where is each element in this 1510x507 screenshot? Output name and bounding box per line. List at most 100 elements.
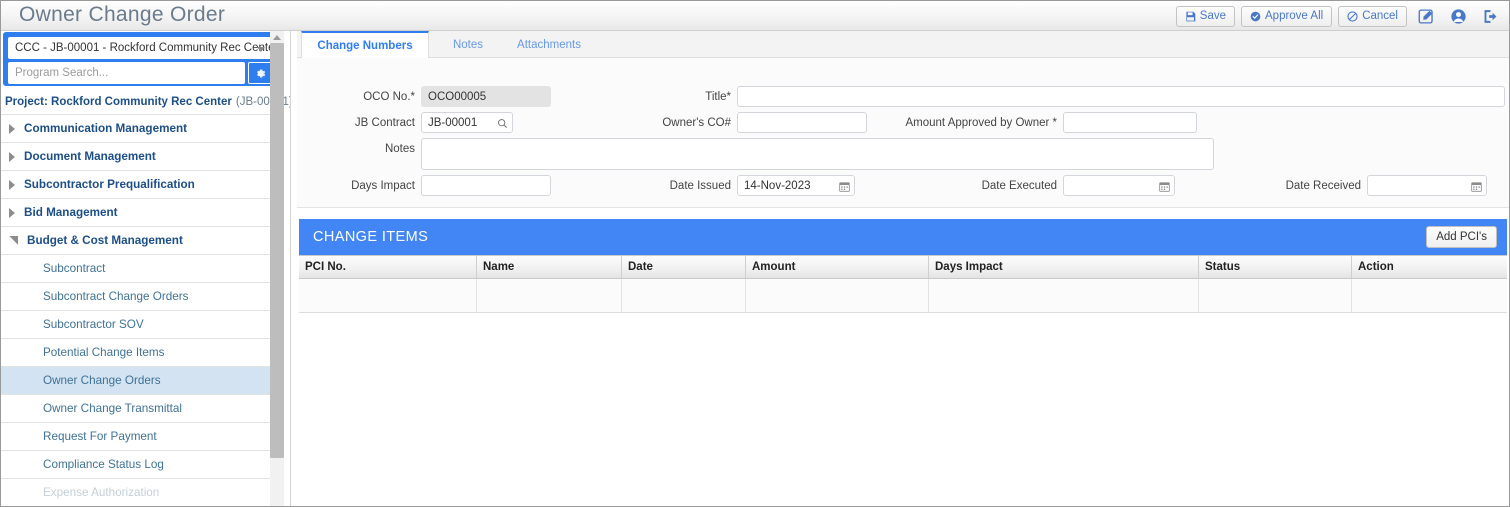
notes-textarea[interactable]	[421, 138, 1214, 170]
chevron-right-icon	[9, 207, 15, 218]
chevron-right-icon	[9, 179, 15, 190]
tab-attachments[interactable]: Attachments	[503, 31, 595, 58]
chevron-right-icon	[9, 151, 15, 162]
notes-label: Notes	[384, 143, 415, 155]
chevron-right-icon	[9, 123, 15, 134]
sidebar-item-label: Owner Change Orders	[43, 374, 161, 387]
tab-bar: Change Numbers Notes Attachments	[297, 31, 1509, 59]
sidebar-item-owner-change-orders[interactable]: Owner Change Orders	[1, 367, 277, 395]
cell-pci-no	[299, 279, 477, 312]
approve-all-button[interactable]: Approve All	[1241, 5, 1333, 27]
change-items-section-header: CHANGE ITEMS Add PCI's	[299, 219, 1507, 255]
program-search-row	[8, 62, 272, 84]
tab-label: Change Numbers	[317, 39, 413, 52]
table-row[interactable]	[299, 279, 1507, 313]
save-button[interactable]: Save	[1175, 5, 1235, 27]
calendar-icon[interactable]	[835, 177, 853, 195]
change-items-grid: PCI No. Name Date Amount Days Impact Sta…	[299, 255, 1507, 313]
sidebar-item-bid-management[interactable]: Bid Management	[1, 199, 277, 227]
cancel-button-label: Cancel	[1362, 10, 1398, 22]
tab-label: Notes	[452, 38, 484, 51]
sidebar-item-label: Budget & Cost Management	[27, 234, 183, 247]
sidebar-project-label: Project: Rockford Community Rec Center (…	[1, 90, 290, 115]
check-circle-icon	[1250, 11, 1261, 22]
column-header-action[interactable]: Action	[1352, 256, 1507, 278]
column-header-date[interactable]: Date	[622, 256, 746, 278]
column-header-pci-no[interactable]: PCI No.	[299, 256, 477, 278]
gear-icon[interactable]	[248, 62, 272, 84]
sidebar-item-label: Bid Management	[24, 206, 118, 219]
jb-contract-label: JB Contract	[354, 117, 415, 129]
app-window: Owner Change Order Save Approve All Canc…	[0, 0, 1510, 507]
cell-amount	[746, 279, 929, 312]
title-input[interactable]	[737, 86, 1505, 107]
sidebar-item-subcontract[interactable]: Subcontract	[1, 255, 277, 283]
sidebar-item-label: Potential Change Items	[43, 346, 165, 359]
chevron-down-icon	[257, 47, 265, 52]
sidebar-item-label: Compliance Status Log	[43, 458, 164, 471]
sidebar-item-compliance-status-log[interactable]: Compliance Status Log	[1, 451, 277, 479]
save-icon	[1185, 11, 1196, 22]
oco-no-value: OCO00005	[421, 86, 551, 107]
top-bar: Owner Change Order Save Approve All Canc…	[1, 1, 1509, 31]
sidebar-item-budget-cost-management[interactable]: Budget & Cost Management	[1, 227, 277, 255]
sidebar-item-potential-change-items[interactable]: Potential Change Items	[1, 339, 277, 367]
owners-co-label: Owner's CO#	[662, 117, 731, 129]
sidebar-item-label: Expense Authorization	[43, 486, 160, 499]
sidebar-nav-list: Communication Management Document Manage…	[1, 115, 277, 506]
edit-square-icon[interactable]	[1413, 5, 1439, 27]
sidebar-scrollbar-thumb[interactable]	[270, 43, 284, 458]
column-header-name[interactable]: Name	[477, 256, 622, 278]
logout-icon[interactable]	[1477, 5, 1503, 27]
chevron-down-icon	[9, 236, 18, 245]
sidebar-item-request-for-payment[interactable]: Request For Payment	[1, 423, 277, 451]
sidebar-item-label: Request For Payment	[43, 430, 157, 443]
sidebar-item-subcontract-change-orders[interactable]: Subcontract Change Orders	[1, 283, 277, 311]
days-impact-input[interactable]	[421, 175, 551, 196]
main-panel: Change Numbers Notes Attachments OCO No.…	[297, 31, 1509, 506]
amount-approved-input[interactable]	[1063, 112, 1197, 133]
tab-label: Attachments	[517, 38, 581, 51]
grid-header-row: PCI No. Name Date Amount Days Impact Sta…	[299, 255, 1507, 279]
search-icon[interactable]	[493, 114, 511, 132]
sidebar-item-subcontractor-sov[interactable]: Subcontractor SOV	[1, 311, 277, 339]
sidebar-item-document-management[interactable]: Document Management	[1, 143, 277, 171]
sidebar-item-subcontractor-prequalification[interactable]: Subcontractor Prequalification	[1, 171, 277, 199]
sidebar-item-communication-management[interactable]: Communication Management	[1, 115, 277, 143]
sidebar-header: CCC - JB-00001 - Rockford Community Rec …	[3, 32, 277, 86]
sidebar: CCC - JB-00001 - Rockford Community Rec …	[1, 31, 291, 506]
toolbar-actions: Save Approve All Cancel	[1175, 5, 1503, 27]
cancel-button[interactable]: Cancel	[1338, 5, 1407, 27]
scroll-up-arrow-icon[interactable]	[273, 35, 281, 40]
amount-approved-label: Amount Approved by Owner *	[905, 117, 1058, 129]
sidebar-item-label: Communication Management	[24, 122, 187, 135]
sidebar-scrollbar[interactable]	[270, 31, 284, 506]
change-numbers-form: OCO No.* OCO00005 Title* JB Contract Own…	[297, 58, 1509, 208]
sidebar-item-label: Subcontractor Prequalification	[24, 178, 195, 191]
oco-no-label: OCO No.*	[363, 91, 415, 103]
add-pcis-button[interactable]: Add PCI's	[1426, 226, 1497, 248]
program-select[interactable]: CCC - JB-00001 - Rockford Community Rec …	[8, 37, 272, 59]
column-header-days-impact[interactable]: Days Impact	[929, 256, 1199, 278]
date-executed-label: Date Executed	[981, 180, 1057, 192]
tab-change-numbers[interactable]: Change Numbers	[301, 31, 429, 59]
column-header-amount[interactable]: Amount	[746, 256, 929, 278]
tab-notes[interactable]: Notes	[437, 31, 499, 58]
change-items-title: CHANGE ITEMS	[313, 229, 429, 245]
date-issued-label: Date Issued	[669, 180, 731, 192]
program-search-input[interactable]	[8, 62, 245, 84]
sidebar-item-label: Document Management	[24, 150, 156, 163]
calendar-icon[interactable]	[1467, 177, 1485, 195]
cell-name	[477, 279, 622, 312]
sidebar-item-label: Owner Change Transmittal	[43, 402, 183, 415]
approve-all-button-label: Approve All	[1265, 10, 1324, 22]
calendar-icon[interactable]	[1155, 177, 1173, 195]
title-label: Title*	[705, 91, 731, 103]
sidebar-item-owner-change-transmittal[interactable]: Owner Change Transmittal	[1, 395, 277, 423]
owners-co-input[interactable]	[737, 112, 867, 133]
user-circle-icon[interactable]	[1445, 5, 1471, 27]
days-impact-label: Days Impact	[351, 180, 415, 192]
save-button-label: Save	[1199, 10, 1226, 22]
sidebar-item-expense-authorization[interactable]: Expense Authorization	[1, 479, 277, 506]
column-header-status[interactable]: Status	[1199, 256, 1352, 278]
